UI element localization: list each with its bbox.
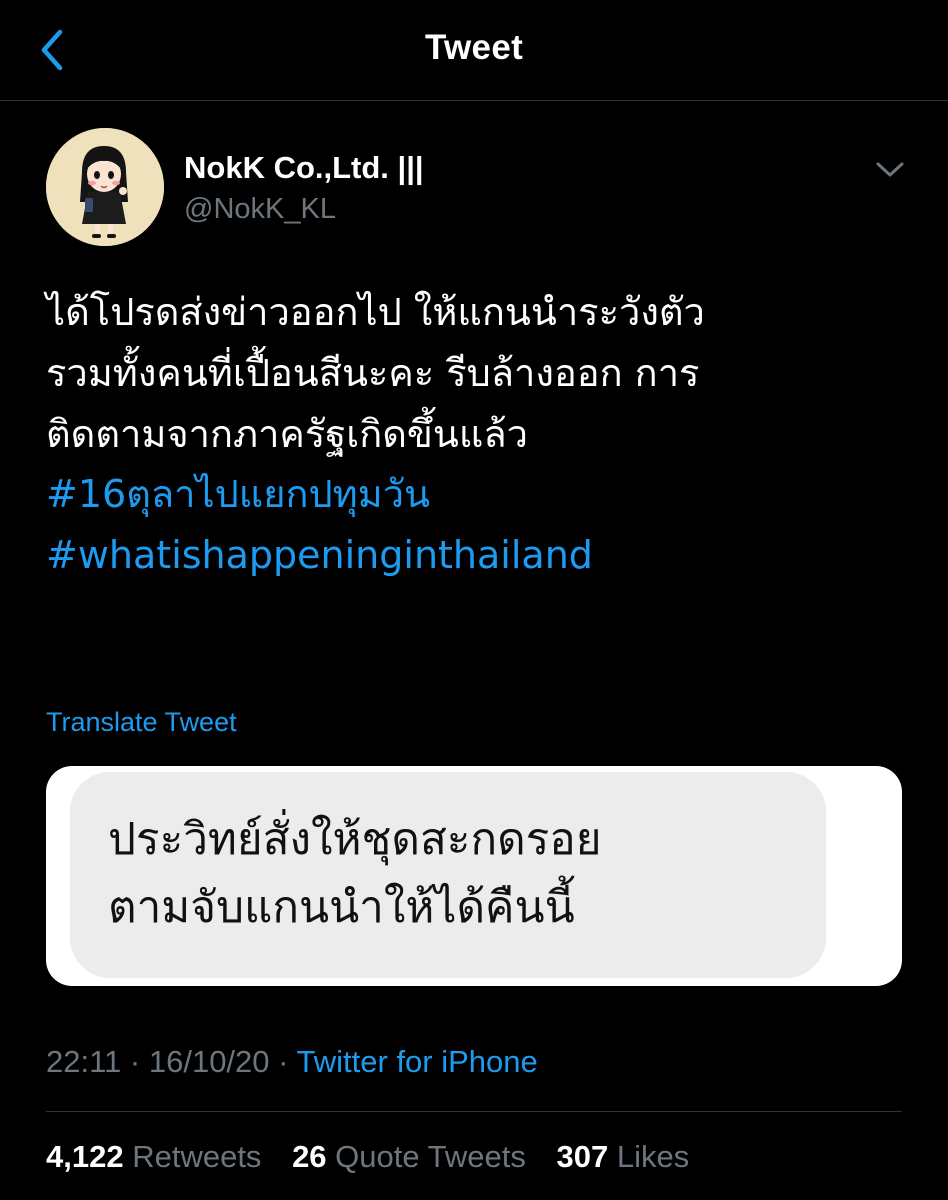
avatar[interactable] xyxy=(46,128,164,246)
meta-separator: · xyxy=(278,1044,289,1079)
likes-count: 307 xyxy=(556,1139,609,1174)
tweet-text-line: รวมทั้งคนที่เปื้อนสีนะคะ รีบล้างออก การ xyxy=(46,350,700,395)
media-text-line: ตามจับแกนนำให้ได้คืนนี้ xyxy=(108,882,575,934)
page-title: Tweet xyxy=(424,28,524,67)
tweet-source-link[interactable]: Twitter for iPhone xyxy=(297,1044,538,1079)
tweet-meta: 22:11 · 16/10/20 · Twitter for iPhone xyxy=(46,1044,538,1080)
nav-bar: Tweet xyxy=(0,0,948,101)
media-text: ประวิทย์สั่งให้ชุดสะกดรอย ตามจับแกนนำให้… xyxy=(108,806,602,942)
meta-separator: · xyxy=(129,1044,141,1079)
retweets-label: Retweets xyxy=(132,1139,262,1174)
tweet-text: ได้โปรดส่งข่าวออกไป ให้แกนนำระวังตัว รวม… xyxy=(46,282,916,586)
tweet-text-line: ติดตามจากภาครัฐเกิดขึ้นแล้ว xyxy=(46,411,528,456)
hashtag-link[interactable]: #16ตุลาไปแยกปทุมวัน xyxy=(46,464,916,525)
translate-tweet-link[interactable]: Translate Tweet xyxy=(46,707,237,738)
more-options-button[interactable] xyxy=(870,152,910,186)
tweet-text-line: ได้โปรดส่งข่าวออกไป ให้แกนนำระวังตัว xyxy=(46,290,705,334)
retweets-stat[interactable]: 4,122 Retweets xyxy=(46,1139,270,1174)
likes-label: Likes xyxy=(616,1139,690,1174)
likes-stat[interactable]: 307 Likes xyxy=(557,1139,690,1174)
tweet-media-image[interactable]: ประวิทย์สั่งให้ชุดสะกดรอย ตามจับแกนนำให้… xyxy=(46,766,902,986)
chevron-down-icon xyxy=(876,162,904,177)
tweet-time: 22:11 xyxy=(46,1044,122,1079)
cartoon-girl-avatar-icon xyxy=(46,128,164,246)
quote-tweets-label: Quote Tweets xyxy=(335,1139,526,1174)
retweets-count: 4,122 xyxy=(46,1139,124,1174)
divider xyxy=(46,1111,902,1112)
engagement-stats: 4,122 Retweets 26 Quote Tweets 307 Likes xyxy=(46,1139,711,1175)
quote-tweets-stat[interactable]: 26 Quote Tweets xyxy=(292,1139,534,1174)
hashtag-link[interactable]: #whatishappeninginthailand xyxy=(46,525,916,586)
quote-tweets-count: 26 xyxy=(292,1139,327,1174)
media-text-line: ประวิทย์สั่งให้ชุดสะกดรอย xyxy=(108,814,602,865)
tweet-date: 16/10/20 xyxy=(148,1044,270,1079)
user-handle[interactable]: @NokK_KL xyxy=(184,193,336,226)
display-name[interactable]: NokK Co.,Ltd. ||| xyxy=(184,150,424,186)
